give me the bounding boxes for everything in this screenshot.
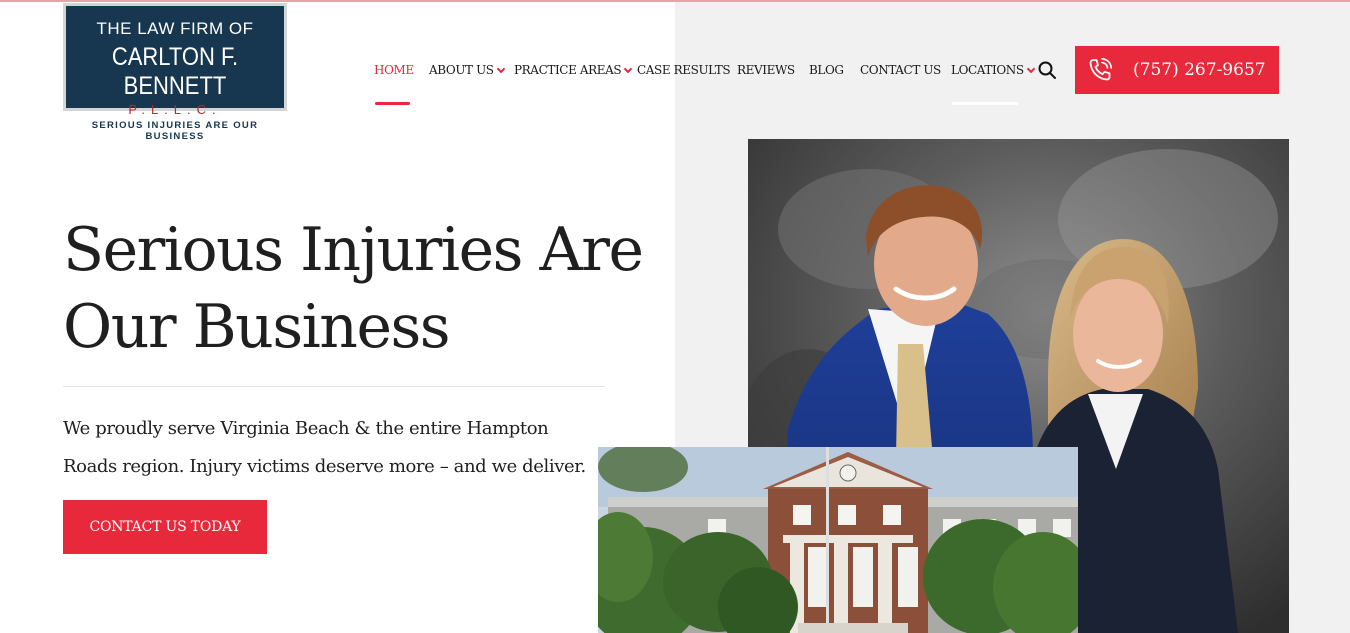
logo-line-3: P.L.L.C. bbox=[128, 102, 222, 117]
phone-icon bbox=[1089, 58, 1112, 81]
nav-item-home[interactable]: HOME bbox=[374, 60, 414, 80]
logo-line-1: THE LAW FIRM OF bbox=[96, 19, 254, 38]
nav-item-label: CONTACT US bbox=[860, 63, 941, 77]
nav-item-label: REVIEWS bbox=[737, 63, 795, 77]
hero-description-line-1: We proudly serve Virginia Beach & the en… bbox=[63, 418, 549, 439]
hero-divider bbox=[63, 386, 605, 387]
nav-item-contact-us[interactable]: CONTACT US bbox=[860, 60, 941, 80]
hero-title-line-2: Our Business bbox=[63, 292, 451, 362]
nav-item-label: LOCATIONS bbox=[951, 63, 1024, 77]
phone-number: (757) 267-9657 bbox=[1133, 60, 1266, 80]
hero-title-line-1: Serious Injuries Are bbox=[63, 215, 644, 285]
chevron-down-icon bbox=[1026, 64, 1035, 74]
site-logo[interactable]: THE LAW FIRM OF CARLTON F. BENNETT P.L.L… bbox=[63, 3, 287, 142]
nav-item-locations[interactable]: LOCATIONS bbox=[951, 60, 1035, 80]
nav-item-label: BLOG bbox=[809, 63, 844, 77]
chevron-down-icon bbox=[623, 64, 633, 74]
hero-description: We proudly serve Virginia Beach & the en… bbox=[63, 410, 603, 486]
nav-item-reviews[interactable]: REVIEWS bbox=[737, 60, 795, 80]
courthouse-photo bbox=[598, 447, 1078, 633]
nav-item-about-us[interactable]: ABOUT US bbox=[429, 60, 505, 80]
search-icon[interactable] bbox=[1037, 60, 1057, 80]
logo-tagline: SERIOUS INJURIES ARE OUR BUSINESS bbox=[91, 120, 259, 142]
chevron-down-icon bbox=[496, 64, 505, 74]
active-nav-indicator bbox=[375, 102, 410, 105]
nav-item-label: HOME bbox=[374, 63, 414, 77]
nav-item-blog[interactable]: BLOG bbox=[809, 60, 844, 80]
nav-item-case-results[interactable]: CASE RESULTS bbox=[637, 60, 731, 80]
contact-us-today-button[interactable]: CONTACT US TODAY bbox=[63, 500, 267, 554]
logo-badge: THE LAW FIRM OF CARLTON F. BENNETT P.L.L… bbox=[63, 3, 287, 117]
nav-item-practice-areas[interactable]: PRACTICE AREAS bbox=[514, 60, 633, 80]
nav-item-label: CASE RESULTS bbox=[637, 63, 731, 77]
hero-description-line-2: Roads region. Injury victims deserve mor… bbox=[63, 456, 586, 477]
logo-line-2: CARLTON F. BENNETT bbox=[111, 43, 239, 100]
nav-item-label: ABOUT US bbox=[429, 63, 494, 77]
nav-item-label: PRACTICE AREAS bbox=[514, 63, 622, 77]
hover-nav-indicator bbox=[952, 102, 1018, 105]
hero-title: Serious Injuries Are Our Business bbox=[63, 212, 683, 366]
phone-call-button[interactable]: (757) 267-9657 bbox=[1075, 46, 1279, 94]
